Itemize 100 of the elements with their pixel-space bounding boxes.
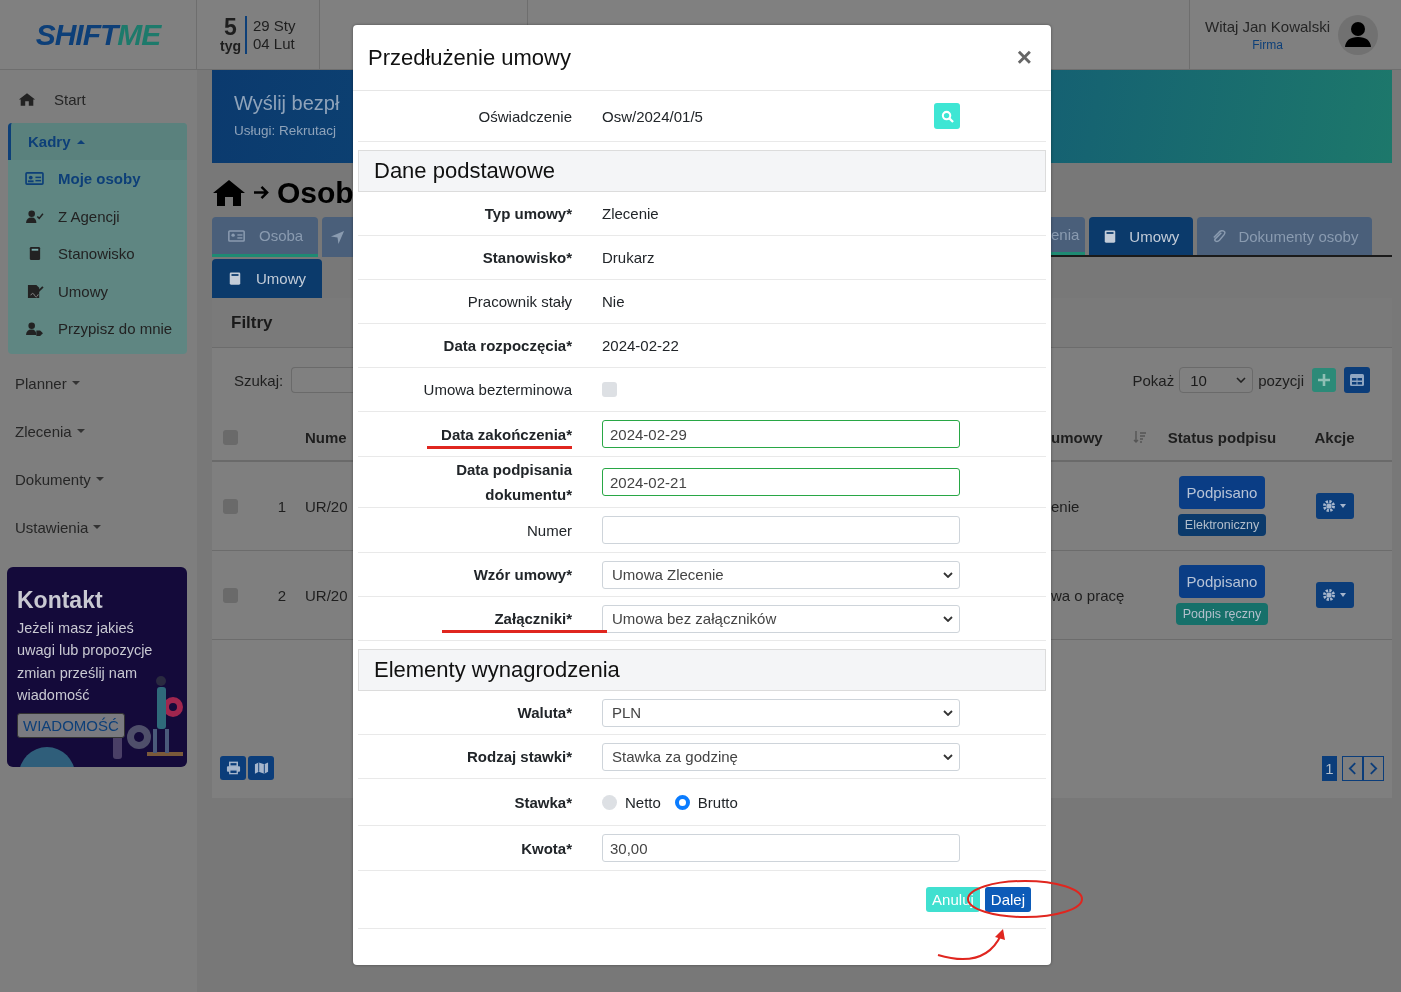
previous-page-icon[interactable] — [1342, 756, 1363, 781]
select-field[interactable]: Stawka za godzinę — [602, 742, 960, 771]
gear-icon — [1321, 588, 1348, 602]
page-title: Osob — [277, 175, 354, 210]
search-label: Szukaj: — [234, 371, 284, 389]
plus-icon — [1317, 373, 1331, 387]
tab[interactable] — [322, 217, 353, 257]
signed-document-icon — [25, 283, 44, 299]
field-label: Załączniki* — [494, 609, 572, 629]
field-label: Oświadczenie — [478, 106, 572, 127]
actions-button[interactable] — [1315, 582, 1354, 608]
column-header[interactable]: umowy — [1051, 428, 1131, 446]
home-icon — [18, 92, 36, 107]
table-cell-text: UR/20 — [305, 586, 349, 604]
sidebar-group[interactable]: Kadry — [8, 123, 187, 160]
field-label: Rodzaj stawki* — [466, 747, 572, 767]
sidebar-item[interactable]: Z Agencji — [8, 197, 187, 235]
field-value: Drukarz — [602, 249, 655, 266]
column-header[interactable]: Status podpisu — [1167, 428, 1277, 446]
select-field[interactable]: Umowa bez załączników — [602, 604, 960, 633]
message-button[interactable]: WIADOMOŚĆ — [17, 712, 125, 738]
home-icon[interactable] — [212, 178, 246, 207]
next-button[interactable]: Dalej — [984, 887, 1031, 912]
map-button[interactable] — [248, 756, 274, 780]
table-cell: 2 — [277, 586, 287, 604]
field-label: Pracownik stały — [467, 292, 572, 312]
sidebar-item[interactable]: Umowy — [8, 272, 187, 310]
user-greeting: Witaj Jan Kowalski — [1205, 17, 1331, 35]
radio-label[interactable]: Netto — [625, 793, 661, 811]
input-field[interactable]: 2024-02-21 — [602, 468, 960, 496]
field-label: Numer — [527, 520, 572, 541]
page-size-select[interactable]: 10 — [1179, 367, 1254, 393]
column-header[interactable]: Akcje — [1314, 428, 1355, 446]
field-label: Kwota* — [521, 838, 572, 859]
sidebar-item[interactable]: Moje osoby — [8, 160, 187, 198]
modal-title: Przedłużenie umowy — [368, 44, 571, 71]
field-label: Data rozpoczęcia* — [443, 336, 572, 356]
gear-icon — [1321, 499, 1348, 513]
select-field[interactable]: PLN — [602, 698, 960, 727]
field-label: Umowa bezterminowa — [423, 380, 572, 400]
chevron-down-icon — [943, 709, 953, 716]
paperclip-icon — [1211, 228, 1227, 244]
add-button[interactable] — [1312, 368, 1336, 392]
sidebar-item[interactable]: Przypisz do mnie — [8, 310, 187, 348]
table-cell-text: wa o pracę — [1051, 586, 1126, 604]
field-label: Typ umowy* — [484, 204, 572, 224]
sidebar-item[interactable]: Stanowisko — [8, 235, 187, 273]
print-button[interactable] — [220, 756, 246, 780]
search-field[interactable] — [291, 367, 354, 393]
id-card-icon — [25, 171, 44, 187]
banner-title: Wyślij bezpł — [234, 92, 341, 115]
search-button[interactable] — [934, 103, 960, 129]
close-button[interactable]: × — [1012, 42, 1036, 73]
arrow-right-icon — [253, 185, 270, 200]
radio-label[interactable]: Brutto — [697, 793, 738, 811]
id-card-icon — [228, 228, 245, 243]
input-field[interactable]: 2024-02-29 — [602, 420, 960, 448]
user-check-icon — [25, 208, 44, 224]
caret-icon — [76, 139, 85, 144]
page-link[interactable]: 1 — [1322, 756, 1337, 781]
actions-button[interactable] — [1315, 493, 1354, 519]
tab[interactable]: Dokumenty osoby — [1197, 217, 1373, 255]
radio-button[interactable] — [674, 794, 690, 810]
tab[interactable]: Osoba — [212, 217, 318, 257]
logo[interactable]: SHIFTME — [35, 17, 161, 52]
page-size-label: Pokaż — [1132, 371, 1175, 389]
signed-button[interactable]: Podpisano — [1178, 565, 1266, 598]
input-field[interactable]: 30,00 — [602, 834, 960, 862]
field-label: Data zakończenia* — [441, 424, 572, 445]
company-link[interactable]: Firma — [1252, 37, 1283, 52]
sidebar-menu[interactable]: Ustawienia — [8, 503, 187, 552]
chevron-down-icon — [943, 615, 953, 622]
radio-button[interactable] — [602, 794, 617, 810]
signed-button[interactable]: Podpisano — [1178, 476, 1266, 509]
table-cell-text: UR/20 — [305, 497, 349, 515]
table-cell-text: enie — [1051, 497, 1081, 515]
chevron-down-icon — [943, 571, 953, 578]
tab[interactable]: Umowy — [212, 259, 322, 298]
user-avatar-icon[interactable] — [1338, 14, 1379, 55]
sidebar-menu[interactable]: Planner — [8, 359, 187, 408]
tab[interactable]: Umowy — [1089, 217, 1194, 255]
contact-title: Kontakt — [17, 586, 104, 614]
page-size-suffix: pozycji — [1258, 371, 1304, 389]
column-header[interactable]: Nume — [305, 428, 353, 446]
sidebar-menu[interactable]: Dokumenty — [8, 455, 187, 504]
book-icon — [1103, 228, 1118, 244]
sidebar-menu[interactable]: Zlecenia — [8, 407, 187, 456]
user-tag-icon — [25, 321, 44, 337]
signature-badge: Podpis ręczny — [1175, 603, 1269, 625]
week-number: 5 — [224, 15, 237, 38]
columns-button[interactable] — [1344, 367, 1370, 393]
caret-icon — [76, 429, 85, 434]
next-page-icon[interactable] — [1363, 756, 1384, 781]
chevron-down-icon — [1236, 377, 1247, 383]
select-field[interactable]: Umowa Zlecenie — [602, 560, 960, 589]
sidebar-item[interactable]: Start — [8, 70, 187, 120]
sort-icon[interactable] — [1133, 430, 1147, 444]
tab[interactable]: enia — [1051, 217, 1086, 255]
input-field[interactable] — [602, 516, 960, 544]
checkbox[interactable] — [602, 382, 617, 397]
